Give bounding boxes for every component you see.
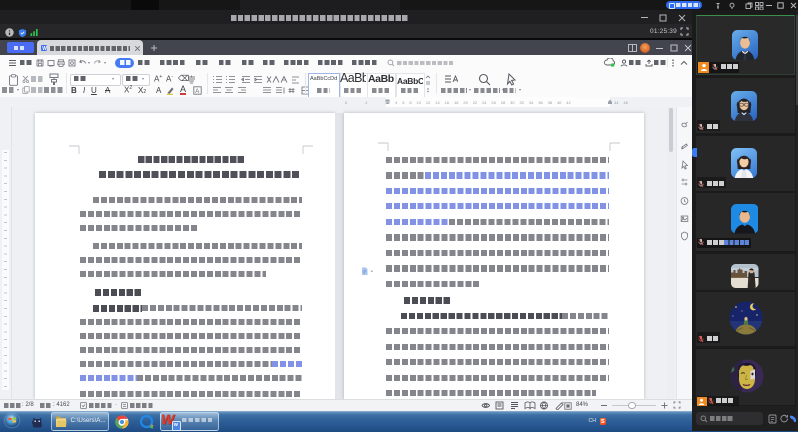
svg-text:A: A — [195, 88, 199, 94]
